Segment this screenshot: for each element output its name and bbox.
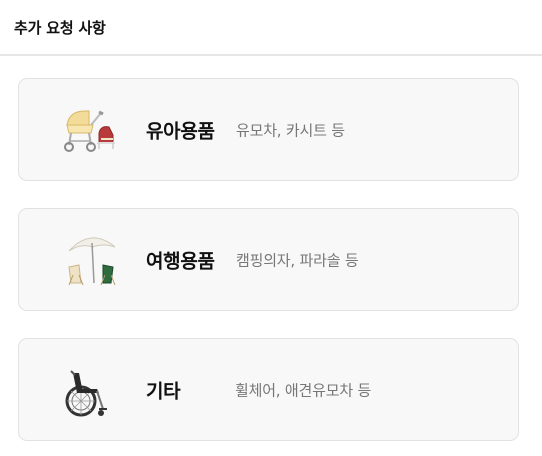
header: 추가 요청 사항 — [0, 0, 542, 56]
option-title: 여행용품 — [146, 250, 215, 272]
option-card-baby-goods[interactable]: 유아용품 유모차, 카시트 등 — [18, 78, 519, 181]
option-card-travel-goods[interactable]: 여행용품 캠핑의자, 파라솔 등 — [18, 208, 519, 311]
option-description: 휠체어, 애견유모차 등 — [235, 381, 372, 399]
page-title: 추가 요청 사항 — [14, 19, 106, 37]
option-title: 유아용품 — [146, 120, 215, 142]
option-description: 유모차, 카시트 등 — [236, 121, 345, 139]
option-title: 기타 — [146, 380, 181, 402]
parasol-chairs-icon — [61, 229, 125, 293]
baby-stroller-icon — [61, 99, 125, 163]
option-card-etc[interactable]: 기타 휠체어, 애견유모차 등 — [18, 338, 519, 441]
option-description: 캠핑의자, 파라솔 등 — [236, 251, 359, 269]
wheelchair-icon — [61, 359, 125, 423]
